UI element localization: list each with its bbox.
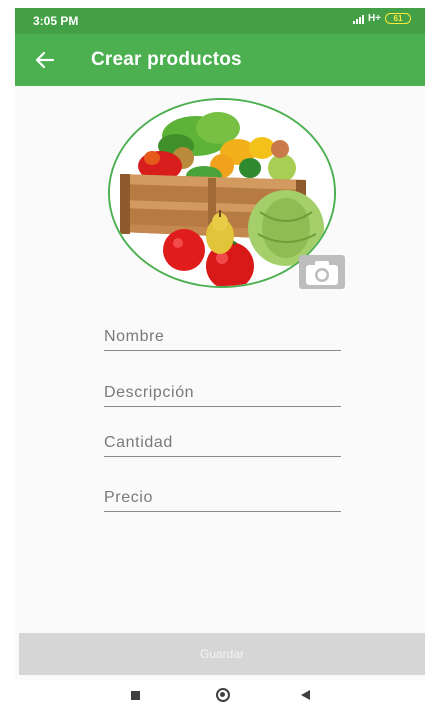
page-title: Crear productos: [91, 49, 242, 70]
arrow-left-icon[interactable]: [33, 48, 57, 72]
phone-screen: 3:05 PM H+ 61 Crear productos Nombre Des…: [15, 8, 425, 680]
camera-button[interactable]: [299, 255, 345, 289]
description-field[interactable]: Descripción: [104, 377, 341, 407]
status-indicators: H+ 61: [352, 13, 411, 24]
network-type: H+: [367, 13, 381, 24]
price-label: Precio: [104, 489, 153, 506]
camera-icon: [306, 261, 338, 285]
recents-icon[interactable]: [131, 691, 140, 700]
description-label: Descripción: [104, 384, 195, 401]
name-field[interactable]: Nombre: [104, 321, 341, 351]
save-button-label: Guardar: [199, 647, 245, 661]
price-field[interactable]: Precio: [104, 482, 341, 512]
save-button[interactable]: Guardar: [19, 633, 425, 675]
system-nav-bar: [0, 680, 426, 705]
app-bar: Crear productos: [15, 34, 425, 86]
status-time: 3:05 PM: [33, 14, 79, 28]
battery-icon: 61: [385, 13, 411, 24]
quantity-label: Cantidad: [104, 434, 173, 451]
status-bar: 3:05 PM H+ 61: [15, 8, 425, 34]
home-icon[interactable]: [216, 688, 230, 702]
battery-level: 61: [393, 13, 403, 23]
quantity-field[interactable]: Cantidad: [104, 427, 341, 457]
back-triangle-icon[interactable]: [301, 690, 310, 700]
name-label: Nombre: [104, 328, 165, 345]
signal-icon: [352, 14, 364, 24]
